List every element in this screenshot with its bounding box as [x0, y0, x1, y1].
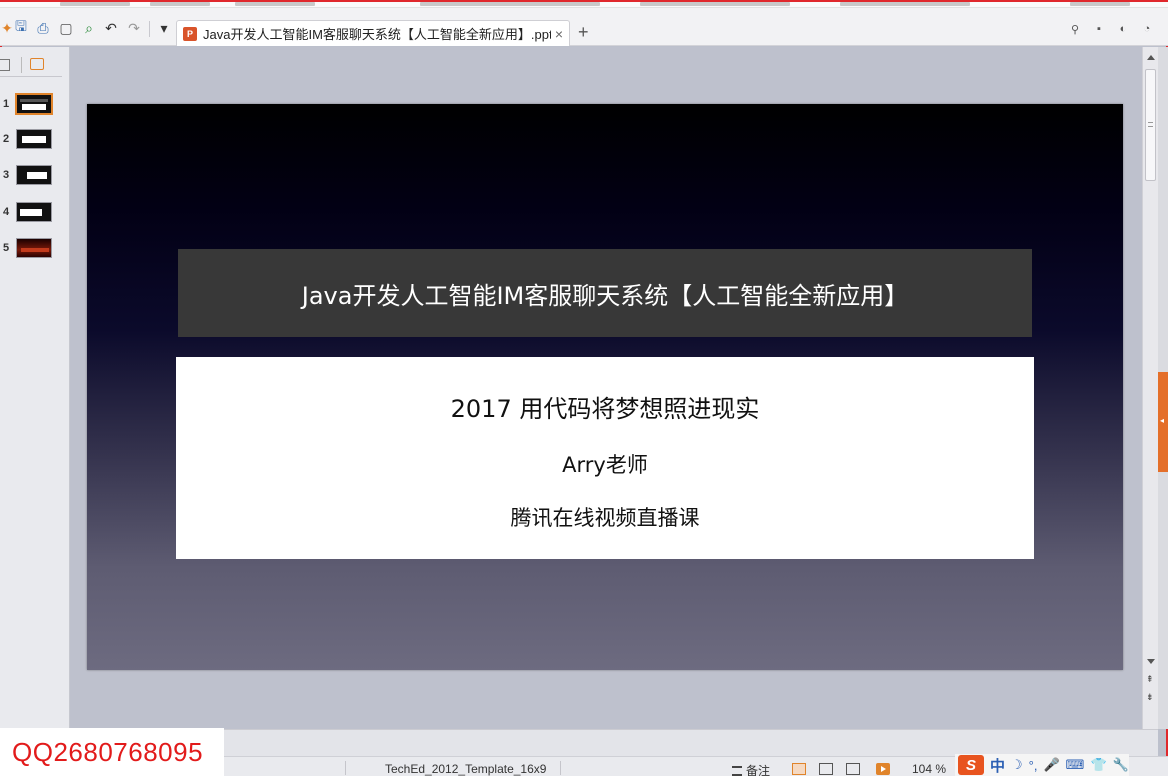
- ribbon-ghost-text: [235, 2, 315, 6]
- status-divider: [345, 761, 346, 775]
- status-divider: [560, 761, 561, 775]
- slides-view-icon[interactable]: [30, 58, 44, 70]
- next-slide-icon[interactable]: ⇟: [1146, 693, 1154, 702]
- slide-title-box[interactable]: Java开发人工智能IM客服聊天系统【人工智能全新应用】: [178, 249, 1032, 337]
- ribbon-ghost-text: [1070, 2, 1130, 6]
- slide-thumbnail-3[interactable]: 3: [3, 165, 52, 185]
- document-tab-title: Java开发人工智能IM客服聊天系统【人工智能全新应用】.ppt: [203, 27, 551, 42]
- slide-thumbnail-5[interactable]: 5: [3, 238, 52, 258]
- ribbon-ghost-text: [840, 2, 970, 6]
- thumbnail-image: [16, 238, 52, 258]
- scroll-up-arrow-icon[interactable]: [1147, 55, 1155, 60]
- slideshow-play-icon[interactable]: [876, 763, 890, 775]
- notes-splitter[interactable]: [70, 729, 1158, 756]
- redo-icon[interactable]: ↷: [125, 19, 143, 37]
- subtitle-line-3: 腾讯在线视频直播课: [510, 506, 700, 530]
- moon-icon[interactable]: ☽: [1011, 757, 1023, 773]
- slide-thumbnail-2[interactable]: 2: [3, 129, 52, 149]
- ppt-file-icon: P: [183, 26, 197, 41]
- undo-icon[interactable]: ↶: [102, 19, 120, 37]
- thumbnail-image: [15, 93, 53, 115]
- punctuation-icon[interactable]: °,: [1029, 758, 1038, 773]
- slide-thumbnail-4[interactable]: 4: [3, 202, 52, 222]
- toolbar-divider: [149, 21, 150, 37]
- ribbon-ghost-text: [60, 2, 130, 6]
- slide-thumbnail-1[interactable]: 1: [3, 93, 53, 115]
- normal-view-icon[interactable]: [792, 763, 806, 775]
- scrollbar-thumb[interactable]: [1145, 69, 1156, 181]
- minimize-ribbon-icon[interactable]: ▪: [1092, 22, 1106, 36]
- pin-icon[interactable]: ⚲: [1068, 22, 1082, 36]
- new-tab-icon[interactable]: +: [578, 22, 589, 42]
- print-preview-icon[interactable]: ▢: [57, 19, 75, 37]
- notes-label: 备注: [746, 764, 771, 776]
- slide-title: Java开发人工智能IM客服聊天系统【人工智能全新应用】: [301, 281, 909, 310]
- task-pane-edge: ◂: [1158, 47, 1168, 729]
- ribbon-ghost-text: [420, 2, 600, 6]
- keyboard-icon[interactable]: ⌨: [1066, 757, 1085, 773]
- thumbnail-number: 5: [3, 242, 10, 254]
- collapse-arrow-icon: ◂: [1160, 416, 1165, 425]
- qq-watermark: QQ2680768095: [0, 728, 224, 776]
- microphone-icon[interactable]: 🎤: [1043, 757, 1059, 773]
- thumbnail-number: 4: [3, 206, 10, 218]
- outline-view-icon[interactable]: [0, 59, 10, 71]
- thumbnail-image: [16, 202, 52, 222]
- ribbon-ghost-text: [150, 2, 210, 6]
- thumbnail-number: 2: [3, 133, 10, 145]
- slide-sorter-view-icon[interactable]: [819, 763, 833, 775]
- vertical-scrollbar[interactable]: ⇞ ⇟: [1142, 47, 1158, 729]
- qq-number: QQ2680768095: [12, 736, 204, 767]
- skin-icon[interactable]: 👕: [1090, 757, 1106, 773]
- grip-icon: [1148, 122, 1153, 127]
- ribbon-ghost-text: [640, 2, 790, 6]
- scroll-down-arrow-icon[interactable]: [1147, 659, 1155, 664]
- document-tab[interactable]: P Java开发人工智能IM客服聊天系统【人工智能全新应用】.ppt ×: [176, 20, 570, 46]
- ime-chinese-mode[interactable]: 中: [990, 755, 1005, 776]
- ime-toolbar: S 中 ☽ °, 🎤 ⌨ 👕 🔧: [955, 754, 1129, 776]
- notes-button[interactable]: 备注: [732, 762, 770, 776]
- pane-view-tabs: [0, 55, 62, 77]
- subtitle-line-1: 2017 用代码将梦想照进现实: [450, 395, 760, 423]
- print-icon[interactable]: ⎙: [34, 19, 52, 37]
- thumbnail-image: [16, 165, 52, 185]
- save-icon[interactable]: 🖫: [12, 18, 30, 37]
- slide-thumbnail-pane: 1 2 3 4 5: [0, 47, 70, 729]
- right-toolbar: ⚲ ▪ ◐ ◔: [1068, 22, 1154, 36]
- find-icon[interactable]: ⌕: [80, 19, 98, 37]
- zoom-level[interactable]: 104 %: [912, 762, 946, 776]
- subtitle-line-2: Arry老师: [562, 453, 648, 477]
- tools-icon[interactable]: 🔧: [1113, 757, 1129, 773]
- notes-icon: [732, 765, 742, 776]
- reading-view-icon[interactable]: [846, 763, 860, 775]
- task-pane-toggle[interactable]: ◂: [1158, 372, 1168, 472]
- previous-slide-icon[interactable]: ⇞: [1146, 675, 1154, 684]
- thumbnail-number: 3: [3, 169, 10, 181]
- customize-toolbar-icon[interactable]: ▾: [155, 19, 173, 37]
- slide-subtitle-box[interactable]: 2017 用代码将梦想照进现实 Arry老师 腾讯在线视频直播课: [176, 357, 1034, 559]
- settings-icon[interactable]: ◔: [1140, 22, 1154, 36]
- help-icon[interactable]: ◐: [1116, 22, 1130, 36]
- template-name: TechEd_2012_Template_16x9: [385, 762, 547, 776]
- slide-1[interactable]: Java开发人工智能IM客服聊天系统【人工智能全新应用】 2017 用代码将梦想…: [87, 104, 1123, 670]
- thumbnail-image: [16, 129, 52, 149]
- close-tab-icon[interactable]: ×: [555, 26, 563, 42]
- thumbnail-number: 1: [3, 98, 10, 110]
- quick-access-toolbar: ✦ 🖫 ⎙ ▢ ⌕ ↶ ↷ ▾ P Java开发人工智能IM客服聊天系统【人工智…: [0, 8, 1168, 46]
- ribbon-strip: [0, 0, 1168, 8]
- sogou-logo-icon[interactable]: S: [958, 755, 984, 775]
- pane-tab-divider: [21, 57, 22, 73]
